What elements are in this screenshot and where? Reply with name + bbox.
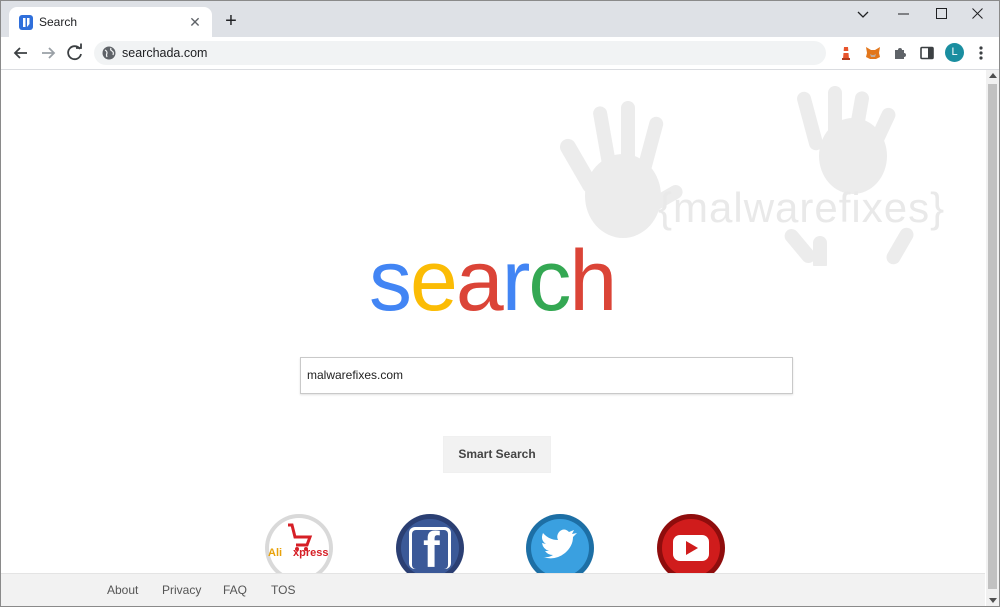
tab-title: Search bbox=[39, 15, 78, 29]
footer-link-faq[interactable]: FAQ bbox=[223, 583, 247, 597]
side-panel-icon[interactable] bbox=[919, 45, 935, 61]
page-scrollbar[interactable] bbox=[986, 70, 999, 606]
search-logo: search bbox=[369, 233, 617, 329]
forward-icon[interactable] bbox=[36, 41, 60, 65]
smart-search-button[interactable]: Smart Search bbox=[443, 436, 551, 473]
close-tab-icon[interactable]: ✕ bbox=[186, 13, 204, 31]
tab-search-dropdown-icon[interactable] bbox=[849, 3, 877, 27]
aliexpress-label-xpress: xpress bbox=[293, 547, 329, 559]
new-tab-icon[interactable]: + bbox=[221, 11, 241, 31]
scrollbar-thumb[interactable] bbox=[988, 84, 997, 589]
logo-letter-a: a bbox=[455, 233, 504, 329]
footer-link-about[interactable]: About bbox=[107, 583, 138, 597]
scroll-up-arrow-icon[interactable] bbox=[989, 73, 997, 78]
extension-metamask-icon[interactable] bbox=[865, 45, 881, 61]
extension-lighthouse-icon[interactable] bbox=[838, 45, 854, 61]
close-window-icon[interactable] bbox=[963, 3, 991, 27]
footer-link-privacy[interactable]: Privacy bbox=[162, 583, 201, 597]
logo-letter-s: s bbox=[369, 233, 412, 329]
tab-search[interactable]: Search ✕ bbox=[9, 7, 212, 37]
extensions-puzzle-icon[interactable] bbox=[892, 45, 908, 61]
more-menu-icon[interactable] bbox=[976, 45, 986, 61]
logo-letter-c: c bbox=[528, 233, 571, 329]
reload-icon[interactable] bbox=[63, 41, 87, 65]
facebook-letter: f bbox=[423, 522, 440, 578]
search-favicon-icon bbox=[19, 15, 33, 30]
url-text: searchada.com bbox=[122, 46, 208, 60]
logo-letter-h: h bbox=[569, 233, 617, 329]
profile-avatar[interactable]: L bbox=[945, 43, 964, 62]
address-bar[interactable]: searchada.com bbox=[94, 41, 826, 65]
browser-toolbar: searchada.com bbox=[1, 37, 999, 70]
browser-window: Search ✕ + searchada.com L {malwarefixes… bbox=[0, 0, 1000, 607]
search-input[interactable] bbox=[301, 358, 777, 391]
maximize-icon[interactable] bbox=[927, 3, 955, 27]
footer-link-tos[interactable]: TOS bbox=[271, 583, 295, 597]
scroll-down-arrow-icon[interactable] bbox=[989, 598, 997, 603]
title-bar: Search ✕ + bbox=[1, 1, 999, 37]
back-icon[interactable] bbox=[9, 41, 33, 65]
footer: About Privacy FAQ TOS bbox=[1, 573, 985, 606]
watermark-text: {malwarefixes} bbox=[658, 184, 946, 231]
page-content: {malwarefixes} search Smart Search Ali x… bbox=[1, 70, 985, 606]
logo-letter-r: r bbox=[501, 233, 531, 329]
globe-icon[interactable] bbox=[102, 46, 116, 60]
search-box bbox=[300, 357, 793, 394]
aliexpress-label-ali: Ali bbox=[268, 547, 283, 559]
minimize-icon[interactable] bbox=[889, 3, 917, 27]
logo-letter-e: e bbox=[410, 233, 458, 329]
